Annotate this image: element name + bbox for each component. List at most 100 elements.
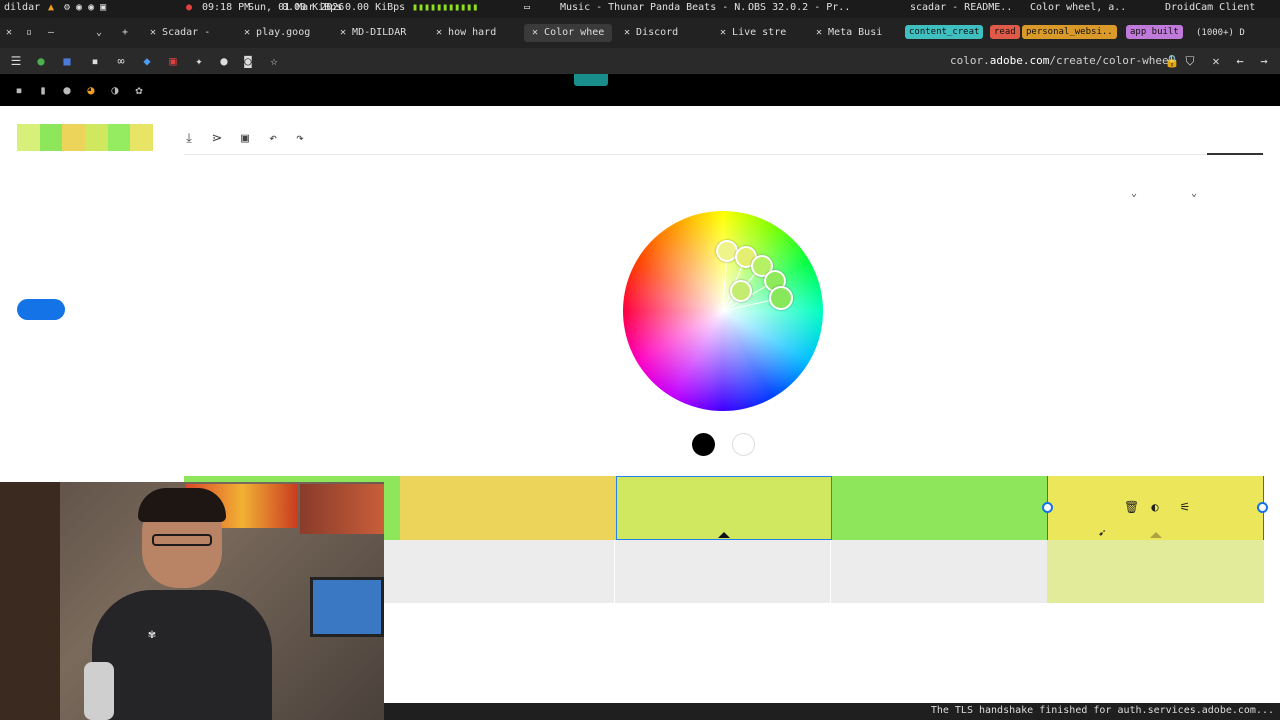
close-window-icon[interactable]: ✕	[6, 24, 12, 42]
tab-label: Scadar -	[162, 27, 211, 38]
chevron-down-icon[interactable]: ⌄	[1131, 188, 1137, 199]
taskbar-app-colorwheel[interactable]: Color wheel, a..	[1030, 2, 1126, 13]
menu-icon[interactable]: ☰	[8, 53, 24, 69]
taskbar-app-obs[interactable]: OBS 32.0.2 - Pr..	[748, 2, 850, 13]
tab-discord[interactable]: ✕ Discord	[624, 24, 678, 42]
tab-scadar[interactable]: ✕ Scadar -	[150, 24, 210, 42]
puzzle-icon[interactable]: ✦	[191, 53, 207, 69]
clock-time: 09:18 PM	[202, 2, 251, 13]
tray-icons: ⚙ ◉ ◉ ▣	[64, 2, 107, 13]
wall-poster	[300, 484, 384, 534]
color-handle[interactable]	[730, 280, 752, 302]
swatch-lower-2[interactable]	[399, 540, 614, 603]
taskbar-app-readme[interactable]: scadar - README..	[910, 2, 1012, 13]
mini-swatch	[62, 124, 86, 151]
bookmark-icon[interactable]: ▮	[36, 83, 50, 97]
undo-icon[interactable]: ↶	[265, 131, 281, 146]
status-message: The TLS handshake finished for auth.serv…	[930, 705, 1274, 716]
taskbar-app-thunar[interactable]: Music - Thunar	[560, 2, 644, 13]
divider	[184, 154, 1264, 155]
minimize-icon[interactable]: –	[48, 24, 54, 42]
bookmark-personal-website[interactable]: personal_websi..	[1022, 25, 1117, 39]
tab-play[interactable]: ✕ play.goog	[244, 24, 310, 42]
palette-preview[interactable]	[17, 124, 154, 151]
fullscreen-icon[interactable]: ▣	[237, 131, 253, 146]
extension-eyes-icon[interactable]: ∞	[113, 53, 129, 69]
white-dot-button[interactable]	[732, 433, 755, 456]
webcam-overlay: ✾	[0, 482, 384, 720]
net-up: 0.00 KiBps	[345, 2, 406, 13]
color-handle-base[interactable]	[769, 286, 793, 310]
back-arrow-icon[interactable]: ←	[1232, 53, 1248, 69]
extension-shield-icon[interactable]: ◆	[139, 53, 155, 69]
chat-icon[interactable]: ▪	[12, 83, 26, 97]
address-bar[interactable]: color.adobe.com/create/color-wheel	[950, 54, 1175, 67]
vlc-icon[interactable]: ▲	[48, 2, 54, 13]
swatch-lower-6[interactable]	[831, 540, 1047, 603]
hair	[138, 488, 226, 522]
tab-list-icon[interactable]: ⌄	[96, 24, 102, 42]
contrast-icon[interactable]: ◑	[108, 83, 122, 97]
help-icon[interactable]: ✿	[132, 83, 146, 97]
share-icon[interactable]: ⋗	[209, 131, 225, 146]
bookmark-star-icon[interactable]: ☆	[266, 53, 282, 69]
trash-icon[interactable]: 🗑	[1124, 500, 1139, 514]
taskbar-app-panda[interactable]: Panda Beats - N..	[650, 2, 752, 13]
add-color-right-handle[interactable]	[1257, 502, 1268, 513]
tab-how-hard[interactable]: ✕ how hard	[436, 24, 496, 42]
settings-icon[interactable]: ●	[60, 83, 74, 97]
extension-green-icon[interactable]: ●	[33, 53, 49, 69]
extension-blue-icon[interactable]: ■	[59, 53, 75, 69]
forward-arrow-icon[interactable]: →	[1256, 53, 1272, 69]
tab-md-dildar[interactable]: ✕ MD-DILDAR	[340, 24, 406, 42]
black-dot-button[interactable]	[692, 433, 715, 456]
maximize-icon[interactable]: ▫	[26, 24, 32, 42]
swatch-3[interactable]	[616, 476, 832, 540]
swatch-lower-7[interactable]	[1047, 540, 1264, 603]
mic-muted-icon[interactable]: ●	[186, 2, 192, 13]
bookmark-app-built[interactable]: app built	[1126, 25, 1183, 39]
bookmark-content-creat[interactable]: content_creat	[905, 25, 984, 39]
mini-swatch	[39, 124, 63, 151]
swatch-4[interactable]	[832, 476, 1048, 540]
close-icon[interactable]: ✕	[1208, 53, 1224, 69]
download-icon[interactable]: ⤓	[181, 131, 197, 146]
tab-live-stream[interactable]: ✕ Live stre	[720, 24, 786, 42]
swatch-lower-4[interactable]	[615, 540, 830, 603]
swatch-lower-1[interactable]	[384, 540, 399, 603]
system-taskbar: dildar ▲ ⚙ ◉ ◉ ▣ ● 09:18 PM Sun, 01 Mar …	[0, 0, 1280, 18]
lock-icon[interactable]: 🔒	[1164, 53, 1180, 69]
bookmark-read[interactable]: read	[990, 25, 1020, 39]
url-prefix: color.	[950, 54, 990, 67]
swatch-2[interactable]	[400, 476, 616, 540]
extension-red-icon[interactable]: ▣	[165, 53, 181, 69]
microphone	[84, 662, 114, 720]
new-tab-icon[interactable]: +	[122, 24, 128, 42]
extension-gray-icon[interactable]: ▪	[87, 53, 103, 69]
add-color-left-handle[interactable]	[1042, 502, 1053, 513]
url-path: /create/color-wheel	[1049, 54, 1176, 67]
chevron-down-icon[interactable]: ⌄	[1191, 188, 1197, 199]
floating-tab[interactable]	[574, 74, 608, 86]
tab-label: play.goog	[256, 27, 311, 38]
tab-color-wheel[interactable]: ✕ Color whee	[524, 24, 613, 42]
window-icon[interactable]: ▭	[524, 2, 530, 13]
redo-icon[interactable]: ↷	[292, 131, 308, 146]
mini-swatch	[130, 124, 154, 151]
laptop-screen	[310, 577, 384, 637]
net-down: 0.00 KiBps	[282, 2, 343, 13]
save-button[interactable]	[17, 299, 65, 320]
contrast-icon[interactable]: ◐	[1148, 500, 1162, 514]
streamer	[92, 488, 272, 720]
github-icon[interactable]: ●	[216, 53, 232, 69]
shield-icon[interactable]: ⛉	[1182, 53, 1198, 69]
color-wheel-icon[interactable]: ◕	[84, 83, 98, 97]
bookmark-youtube[interactable]: (1000+) D	[1196, 24, 1245, 42]
mini-swatch	[17, 124, 40, 151]
tab-meta-business[interactable]: ✕ Meta Busi	[816, 24, 882, 42]
screenshot-icon[interactable]: ◙	[240, 53, 256, 69]
adjust-sliders-icon[interactable]: ⚟	[1178, 500, 1192, 514]
taskbar-app-droidcam[interactable]: DroidCam Client	[1165, 2, 1255, 13]
browser-navbar: ☰ ● ■ ▪ ∞ ◆ ▣ ✦ ● ◙ ☆ color.adobe.com/cr…	[0, 48, 1280, 74]
tab-label: Color whee	[544, 27, 605, 38]
